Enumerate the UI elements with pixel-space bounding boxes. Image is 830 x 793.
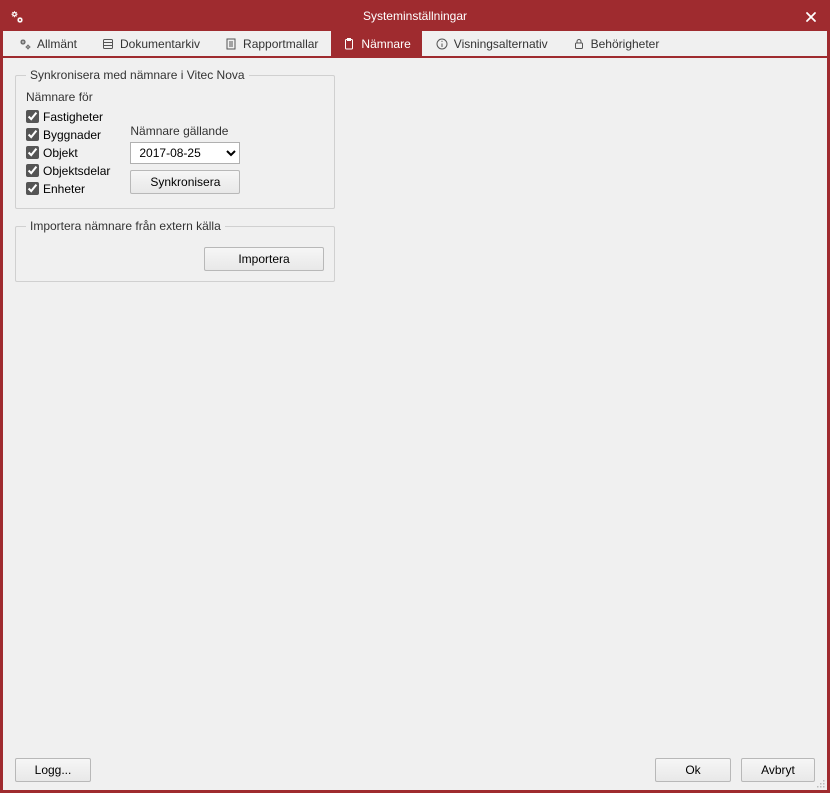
content-area: Synkronisera med nämnare i Vitec Nova Nä… [3,58,827,790]
cancel-button[interactable]: Avbryt [741,758,815,782]
settings-gears-icon [9,9,25,25]
date-label: Nämnare gällande [130,124,324,138]
tab-strip: Allmänt Dokumentarkiv Rapportmallar Nämn… [3,31,827,58]
tab-label: Rapportmallar [243,37,318,51]
window-title: Systeminställningar [3,9,827,23]
checkbox-label: Fastigheter [43,110,103,124]
footer-bar: Logg... Ok Avbryt [15,758,815,782]
lock-icon [572,37,586,51]
ok-button[interactable]: Ok [655,758,731,782]
sync-group: Synkronisera med nämnare i Vitec Nova Nä… [15,68,335,209]
resize-grip-icon[interactable] [814,777,826,789]
tab-label: Dokumentarkiv [120,37,200,51]
clipboard-icon [342,37,356,51]
checkbox-input[interactable] [26,146,39,159]
logg-button[interactable]: Logg... [15,758,91,782]
tab-visningsalternativ[interactable]: Visningsalternativ [424,31,559,56]
tab-label: Visningsalternativ [454,37,548,51]
checkbox-label: Objekt [43,146,78,160]
date-select[interactable]: 2017-08-25 [130,142,240,164]
close-button[interactable] [801,7,821,27]
namnare-for-label: Nämnare för [26,90,110,104]
checkbox-label: Byggnader [43,128,101,142]
checkbox-enheter[interactable]: Enheter [26,180,110,197]
sync-button[interactable]: Synkronisera [130,170,240,194]
tab-namnare[interactable]: Nämnare [331,31,421,56]
tab-rapportmallar[interactable]: Rapportmallar [213,31,329,56]
import-group: Importera nämnare från extern källa Impo… [15,219,335,282]
checkbox-input[interactable] [26,164,39,177]
import-legend: Importera nämnare från extern källa [26,219,225,233]
checkbox-byggnader[interactable]: Byggnader [26,126,110,143]
gears-icon [18,37,32,51]
archive-icon [101,37,115,51]
import-button[interactable]: Importera [204,247,324,271]
checkbox-input[interactable] [26,110,39,123]
title-bar: Systeminställningar [3,3,827,31]
report-icon [224,37,238,51]
checkbox-label: Enheter [43,182,85,196]
sync-legend: Synkronisera med nämnare i Vitec Nova [26,68,249,82]
tab-allmant[interactable]: Allmänt [7,31,88,56]
tab-label: Behörigheter [591,37,660,51]
checkbox-objektsdelar[interactable]: Objektsdelar [26,162,110,179]
info-icon [435,37,449,51]
checkbox-label: Objektsdelar [43,164,110,178]
checkbox-objekt[interactable]: Objekt [26,144,110,161]
tab-dokumentarkiv[interactable]: Dokumentarkiv [90,31,211,56]
tab-label: Nämnare [361,37,410,51]
checkbox-input[interactable] [26,128,39,141]
checkbox-fastigheter[interactable]: Fastigheter [26,108,110,125]
checkbox-input[interactable] [26,182,39,195]
tab-label: Allmänt [37,37,77,51]
close-icon [805,11,817,23]
tab-behorigheter[interactable]: Behörigheter [561,31,671,56]
